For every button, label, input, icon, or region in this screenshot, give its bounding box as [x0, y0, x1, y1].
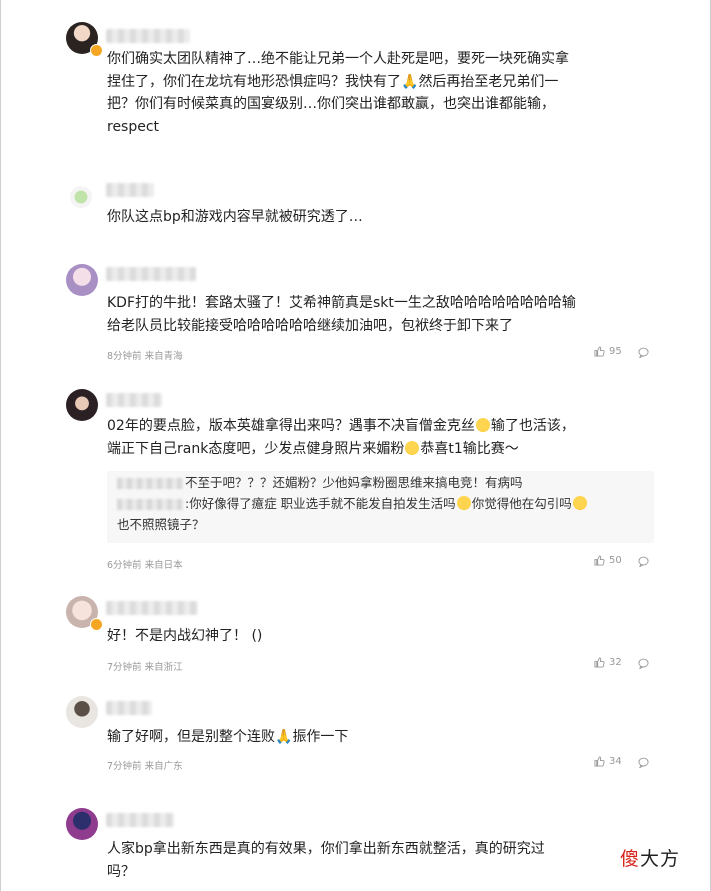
comment-text: KDF打的牛批！套路太骚了！艾希神箭真是skt一生之敌哈哈哈哈哈哈哈哈输 给老队… — [107, 295, 576, 334]
reply-line: 不至于吧？？？还媚粉？少他妈拿粉圈思维来搞电竞！有病吗 — [117, 474, 523, 492]
username-blurred[interactable] — [106, 267, 196, 281]
reply-line: 也不照照镜子？ — [117, 517, 205, 532]
frame-left-border — [0, 0, 1, 891]
reply-username-blurred[interactable] — [117, 478, 183, 489]
like-button[interactable]: 32 — [594, 657, 622, 668]
comment-bubble-icon[interactable] — [638, 347, 649, 358]
like-button[interactable]: 34 — [594, 756, 622, 767]
username-blurred[interactable] — [106, 601, 198, 615]
comment-meta: 7分钟前 来自浙江 — [107, 662, 183, 673]
avatar[interactable] — [66, 264, 98, 296]
comment-bubble-icon[interactable] — [638, 658, 649, 669]
like-count: 34 — [609, 756, 622, 767]
comment-text: 好！不是内战幻神了！ () — [107, 628, 263, 644]
laughing-emoji-icon — [572, 496, 587, 510]
username-blurred[interactable] — [106, 29, 190, 43]
username-blurred[interactable] — [106, 183, 154, 197]
comment-meta: 6分钟前 来自日本 — [107, 560, 183, 571]
thumbs-up-icon — [594, 657, 605, 668]
username-blurred[interactable] — [106, 701, 152, 715]
praying-hands-emoji-icon: 🙏 — [401, 73, 419, 90]
comment-text: 02年的要点脸，版本英雄拿得出来吗？遇事不决盲僧金克丝 输了也活该， 端正下自己r… — [107, 418, 575, 457]
comment-text: 你们确实太团队精神了…绝不能让兄弟一个人赴死是吧，要死一块死确实拿 捏住了，你们… — [107, 51, 569, 135]
laughing-emoji-icon — [475, 418, 490, 432]
like-count: 50 — [609, 555, 622, 566]
reply-thread-box[interactable]: 不至于吧？？？还媚粉？少他妈拿粉圈思维来搞电竞！有病吗 :你好像得了癔症 职业选… — [107, 471, 654, 543]
like-count: 95 — [609, 346, 622, 357]
verified-badge-icon — [90, 44, 103, 57]
comment-meta: 8分钟前 来自青海 — [107, 351, 183, 362]
avatar[interactable] — [66, 389, 98, 421]
laughing-emoji-icon — [405, 440, 420, 455]
comment-meta: 7分钟前 来自广东 — [107, 761, 183, 772]
like-button[interactable]: 95 — [594, 346, 622, 357]
thumbs-up-icon — [594, 346, 605, 357]
like-button[interactable]: 50 — [594, 555, 622, 566]
praying-hands-emoji-icon: 🙏 — [275, 729, 293, 745]
avatar[interactable] — [70, 186, 92, 208]
username-blurred[interactable] — [106, 393, 162, 407]
comment-text: 人家bp拿出新东西是真的有效果，你们拿出新东西就整活，真的研究过 吗？ — [107, 841, 545, 880]
thumbs-up-icon — [594, 756, 605, 767]
reply-username-blurred[interactable] — [117, 499, 183, 510]
laughing-emoji-icon — [456, 496, 471, 510]
comment-bubble-icon[interactable] — [638, 757, 649, 768]
thumbs-up-icon — [594, 555, 605, 566]
comment-text: 你队这点bp和游戏内容早就被研究透了… — [107, 209, 363, 225]
watermark-logo: 傻大方 — [620, 848, 681, 870]
comment-text: 输了好啊，但是别整个连败🙏振作一下 — [107, 729, 349, 745]
avatar[interactable] — [66, 696, 98, 728]
comment-bubble-icon[interactable] — [638, 556, 649, 567]
avatar[interactable] — [66, 808, 98, 840]
like-count: 32 — [609, 657, 622, 668]
username-blurred[interactable] — [106, 813, 174, 827]
reply-line: :你好像得了癔症 职业选手就不能发自拍发生活吗 你觉得他在勾引吗 — [117, 495, 588, 513]
verified-badge-icon — [90, 618, 103, 631]
